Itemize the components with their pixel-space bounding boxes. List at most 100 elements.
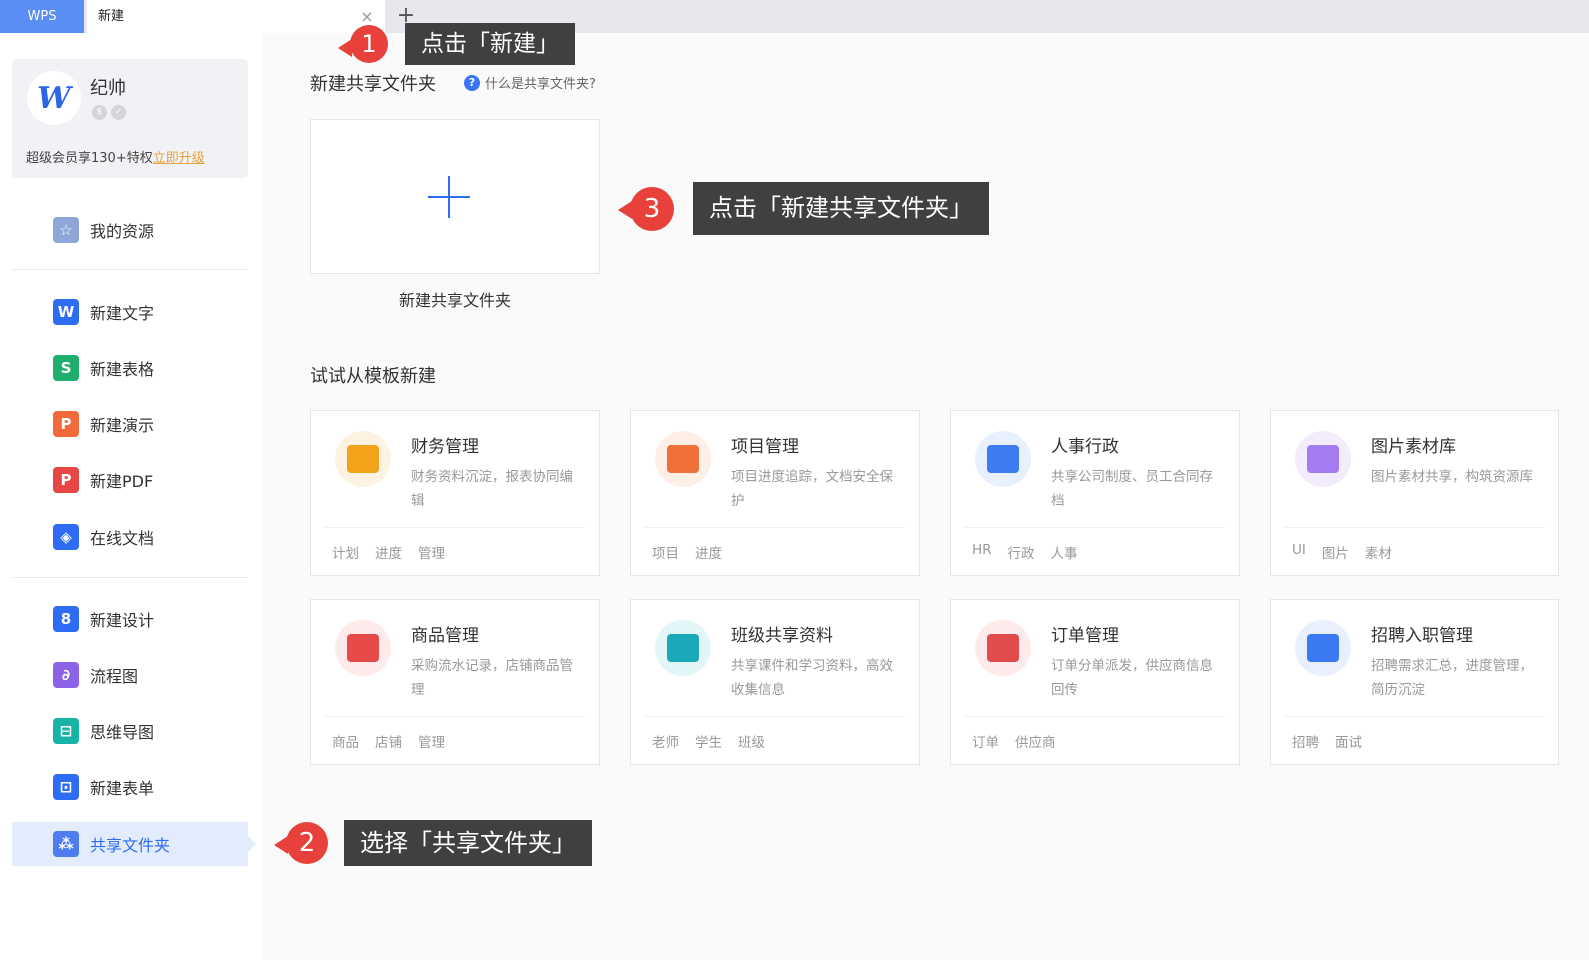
template-tags: 招聘 面试 [1292,731,1362,751]
sidebar-item-mindmap[interactable]: ⊟ 思维导图 [12,709,248,753]
template-name: 人事行政 [1051,437,1119,457]
template-card[interactable]: 财务管理财务资料沉淀，报表协同编辑计划 进度 管理 [310,410,600,576]
form-icon: ⊡ [53,774,79,800]
new-shared-folder-card[interactable] [310,119,600,274]
sidebar-item-new-design[interactable]: 8 新建设计 [12,597,248,641]
template-tag: 进度 [375,546,402,562]
avatar[interactable]: W [29,73,79,123]
tab-wps-home[interactable]: WPS [0,0,84,33]
template-icon [975,620,1031,676]
template-tags: 商品 店铺 管理 [332,731,445,751]
template-tags: 项目 进度 [652,542,722,562]
template-icon [335,431,391,487]
template-tag: 人事 [1050,546,1078,562]
template-divider [965,716,1225,717]
template-tag: UI [1292,542,1306,558]
template-tags: 老师 学生 班级 [652,731,765,751]
step-label: 选择「共享文件夹」 [344,820,592,866]
annotation-step-3: 3 点击「新建共享文件夹」 [618,182,989,235]
template-tag: 项目 [652,546,679,562]
profile-card: W 纪帅 $ ✓ 超级会员享130+特权立即升级 [12,59,248,178]
template-tags: 计划 进度 管理 [332,542,445,562]
template-card[interactable]: 项目管理项目进度追踪，文档安全保护项目 进度 [630,410,920,576]
template-glyph-icon [1307,445,1339,473]
question-icon: ? [464,74,480,91]
shared-folder-icon: ⁂ [53,831,79,857]
template-description: 项目进度追踪，文档安全保护 [731,469,893,509]
template-glyph-icon [667,634,699,662]
annotation-step-2: 2 选择「共享文件夹」 [274,820,592,866]
template-glyph-icon [987,634,1019,662]
flowchart-icon: ∂ [53,662,79,688]
template-divider [645,716,905,717]
vip-promo: 超级会员享130+特权立即升级 [26,147,205,166]
sidebar-item-new-pdf[interactable]: P 新建PDF [12,458,248,502]
sidebar-item-label: 新建演示 [90,416,155,435]
sidebar-item-label: 新建文字 [90,304,155,323]
mindmap-icon: ⊟ [53,718,79,744]
template-card[interactable]: 商品管理 采购流水记录，店铺商品管理 商品 店铺 管理 [310,599,600,765]
template-tag: 店铺 [375,735,402,751]
template-name: 订单管理 [1051,626,1119,646]
star-icon: ☆ [53,217,79,243]
upgrade-link[interactable]: 立即升级 [153,151,205,166]
template-divider [325,716,585,717]
template-card[interactable]: 招聘入职管理 招聘需求汇总，进度管理，简历沉淀 招聘 面试 [1270,599,1559,765]
template-card[interactable]: 订单管理 订单分单派发，供应商信息回传 订单 供应商 [950,599,1240,765]
sidebar-item-new-writer[interactable]: W 新建文字 [12,290,248,334]
template-divider [645,527,905,528]
sidebar-divider [12,577,248,578]
template-glyph-icon [1307,634,1339,662]
template-heading: 试试从模板新建 [310,366,436,387]
tab-new-label: 新建 [98,9,125,24]
template-card[interactable]: 人事行政共享公司制度、员工合同存档 HR 行政 人事 [950,410,1240,576]
template-divider [965,527,1225,528]
help-link[interactable]: ? 什么是共享文件夹? [464,73,596,92]
slides-icon: P [53,411,79,437]
sidebar-item-label: 新建表格 [90,360,155,379]
wps-logo-icon: W [37,80,71,116]
annotation-step-1: 1 点击「新建」 [338,23,575,65]
template-divider [1285,527,1545,528]
template-description: 共享课件和学习资料，高效收集信息 [731,658,893,698]
sidebar-item-label: 新建PDF [90,472,154,491]
tab-new[interactable]: 新建 × [87,0,385,33]
template-tag: 订单 [972,735,999,751]
cloud-doc-icon: ◈ [53,524,79,550]
sidebar-item-label: 流程图 [90,667,139,686]
template-icon [335,620,391,676]
template-tag: 招聘 [1292,735,1319,751]
sidebar-item-new-sheet[interactable]: S 新建表格 [12,346,248,390]
template-tag: 素材 [1364,546,1392,562]
sidebar-item-label: 共享文件夹 [90,836,171,855]
template-description: 共享公司制度、员工合同存档 [1051,469,1213,509]
tab-bar: WPS 新建 × + [0,0,1589,33]
sidebar-item-new-slides[interactable]: P 新建演示 [12,402,248,446]
writer-icon: W [53,299,79,325]
step-label: 点击「新建」 [405,23,575,65]
sidebar-item-label: 在线文档 [90,529,155,548]
template-icon [975,431,1031,487]
template-card[interactable]: 图片素材库 图片素材共享，构筑资源库 UI 图片 素材 [1270,410,1559,576]
sidebar-item-shared-folder[interactable]: ⁂ 共享文件夹 [12,822,256,866]
template-name: 项目管理 [731,437,799,457]
sidebar-item-flowchart[interactable]: ∂ 流程图 [12,653,248,697]
template-description: 财务资料沉淀，报表协同编辑 [411,469,573,509]
template-tags: HR 行政 人事 [972,542,1078,562]
template-description: 订单分单派发，供应商信息回传 [1051,658,1213,698]
sidebar-item-my-resources[interactable]: ☆ 我的资源 [12,208,248,252]
template-divider [325,527,585,528]
template-card[interactable]: 班级共享资料 共享课件和学习资料，高效收集信息 老师 学生 班级 [630,599,920,765]
help-text: 什么是共享文件夹? [485,77,596,92]
template-tag: 计划 [332,546,359,562]
template-tag: 管理 [418,735,445,751]
template-tag: 班级 [738,735,765,751]
template-tag: 商品 [332,735,359,751]
sidebar-item-online-doc[interactable]: ◈ 在线文档 [12,515,248,559]
sidebar-item-new-form[interactable]: ⊡ 新建表单 [12,765,248,809]
template-name: 财务管理 [411,437,479,457]
sidebar-divider [12,269,248,270]
template-tag: 老师 [652,735,679,751]
template-tag: HR [972,542,992,558]
sidebar-item-label: 新建设计 [90,611,155,630]
